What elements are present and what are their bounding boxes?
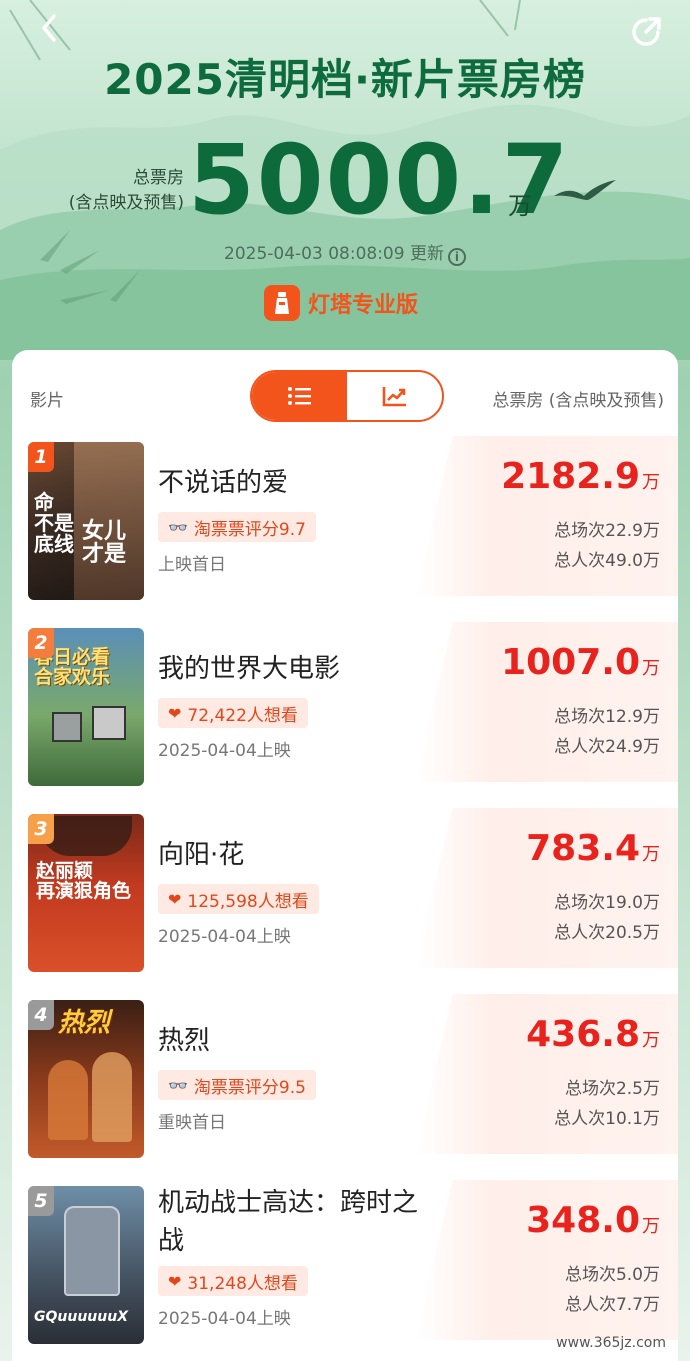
heart-icon: ❤ xyxy=(168,703,182,723)
list-header: 影片 总票房 (含点映及预售) xyxy=(12,350,678,430)
box-office: 783.4 万 xyxy=(526,828,660,869)
want-to-see-text: 125,598人想看 xyxy=(187,891,309,912)
box-unit: 万 xyxy=(642,472,660,493)
list-item[interactable]: 春日必看 合家欢乐 2 我的世界大电影 ❤ 72,422人想看 2025-04-0… xyxy=(12,622,678,792)
info-icon[interactable]: i xyxy=(447,248,466,266)
want-to-see-tag: ❤ 125,598人想看 xyxy=(158,884,319,914)
list-item[interactable]: 热烈 4 热烈 👓 淘票票评分9.5 重映首日 436.8 万 总场次2.5万 总… xyxy=(12,994,678,1164)
box-value: 2182.9 xyxy=(501,456,640,497)
total-sessions: 总场次12.9万 xyxy=(554,707,660,727)
release-info: 2025-04-04上映 xyxy=(158,927,291,947)
movie-poster: 热烈 4 xyxy=(28,1000,144,1158)
release-info: 上映首日 xyxy=(158,555,226,575)
box-value: 348.0 xyxy=(526,1200,640,1241)
poster-title: 赵丽颖 再演狠角色 xyxy=(36,860,132,902)
want-to-see-text: 31,248人想看 xyxy=(187,1273,298,1294)
total-label: 总票房 (含点映及预售) xyxy=(64,166,184,216)
total-sessions: 总场次2.5万 xyxy=(564,1079,660,1099)
update-time: 2025-04-03 08:08:09 更新 i xyxy=(0,239,690,266)
rank-badge: 1 xyxy=(28,442,54,472)
want-to-see-text: 72,422人想看 xyxy=(187,705,298,726)
list-item[interactable]: 赵丽颖 再演狠角色 3 向阳·花 ❤ 125,598人想看 2025-04-04上… xyxy=(12,808,678,978)
film-column-label: 影片 xyxy=(30,391,64,411)
box-value: 436.8 xyxy=(526,1014,640,1055)
glasses-icon: 👓 xyxy=(168,517,188,537)
poster-title: 热烈 xyxy=(58,1008,111,1038)
movie-title: 机动战士高达：跨时之战 xyxy=(158,1188,419,1256)
poster-title: GQuuuuuuX xyxy=(34,1309,128,1325)
rating-tag: 👓 淘票票评分9.7 xyxy=(158,512,316,542)
rating-tag: 👓 淘票票评分9.5 xyxy=(158,1070,316,1100)
box-unit: 万 xyxy=(642,658,660,679)
list-icon xyxy=(287,387,311,405)
total-attendance: 总人次49.0万 xyxy=(554,551,660,571)
rating-text: 淘票票评分9.5 xyxy=(193,1077,306,1098)
update-text: 2025-04-03 08:08:09 更新 xyxy=(224,244,444,264)
poster-subtitle: 女儿 才是 xyxy=(82,519,127,568)
rank-badge: 2 xyxy=(28,628,54,658)
total-attendance: 总人次10.1万 xyxy=(554,1109,660,1129)
box-value: 783.4 xyxy=(526,828,640,869)
watermark: www.365jz.com xyxy=(556,1335,666,1351)
total-unit: 万 xyxy=(508,192,532,220)
movie-title: 我的世界大电影 xyxy=(158,654,341,684)
movie-poster: 赵丽颖 再演狠角色 3 xyxy=(28,814,144,972)
total-sessions: 总场次5.0万 xyxy=(564,1265,660,1285)
bird-illustration xyxy=(554,180,616,200)
list-item[interactable]: GQuuuuuuX 5 机动战士高达：跨时之战 ❤ 31,248人想看 2025… xyxy=(12,1180,678,1350)
total-column-label: 总票房 (含点映及预售) xyxy=(492,391,664,411)
total-sessions: 总场次22.9万 xyxy=(554,521,660,541)
page-title: 2025清明档·新片票房榜 xyxy=(104,55,586,104)
movie-poster: 命不是 底线 女儿 才是 1 xyxy=(28,442,144,600)
view-toggle[interactable] xyxy=(250,370,444,422)
lighthouse-icon xyxy=(264,285,300,321)
box-unit: 万 xyxy=(642,844,660,865)
movie-poster: 春日必看 合家欢乐 2 xyxy=(28,628,144,786)
rank-badge: 4 xyxy=(28,1000,54,1030)
movie-poster: GQuuuuuuX 5 xyxy=(28,1186,144,1344)
box-office: 436.8 万 xyxy=(526,1014,660,1055)
list-view-tab[interactable] xyxy=(252,372,347,420)
poster-title: 命不是 底线 xyxy=(34,490,74,556)
brand-badge: 灯塔专业版 xyxy=(264,284,418,322)
back-button[interactable] xyxy=(34,12,66,44)
ranking-card: 影片 总票房 (含点映及预售) 命 不是 底线 女儿 才是 1 不说话的爱 👓 … xyxy=(12,350,678,1361)
share-icon xyxy=(632,17,661,46)
trend-chart-icon xyxy=(382,387,406,407)
total-label-note: (含点映及预售) xyxy=(68,193,184,213)
total-attendance: 总人次7.7万 xyxy=(564,1295,660,1315)
brand-name: 灯塔专业版 xyxy=(308,293,419,318)
want-to-see-tag: ❤ 31,248人想看 xyxy=(158,1266,308,1296)
header-banner: 2025清明档·新片票房榜 总票房 (含点映及预售) 5000.7 万 2025… xyxy=(0,0,690,360)
movie-title: 向阳·花 xyxy=(158,840,245,870)
heart-icon: ❤ xyxy=(168,1271,182,1291)
box-office: 2182.9 万 xyxy=(501,456,660,497)
heart-icon: ❤ xyxy=(168,889,182,909)
total-sessions: 总场次19.0万 xyxy=(554,893,660,913)
list-item[interactable]: 命不是 底线 女儿 才是 1 不说话的爱 👓 淘票票评分9.7 上映首日 2182.… xyxy=(12,436,678,606)
box-office: 1007.0 万 xyxy=(501,642,660,683)
trend-view-tab[interactable] xyxy=(347,372,442,420)
total-attendance: 总人次20.5万 xyxy=(554,923,660,943)
box-unit: 万 xyxy=(642,1030,660,1051)
box-unit: 万 xyxy=(642,1216,660,1237)
box-value: 1007.0 xyxy=(501,642,640,683)
total-label-main: 总票房 xyxy=(133,168,184,188)
release-info: 重映首日 xyxy=(158,1113,226,1133)
release-info: 2025-04-04上映 xyxy=(158,1309,291,1329)
chevron-left-icon xyxy=(42,14,56,42)
want-to-see-tag: ❤ 72,422人想看 xyxy=(158,698,308,728)
rank-badge: 3 xyxy=(28,814,54,844)
rating-text: 淘票票评分9.7 xyxy=(193,519,306,540)
movie-title: 热烈 xyxy=(158,1026,211,1056)
box-office: 348.0 万 xyxy=(526,1200,660,1241)
rank-badge: 5 xyxy=(28,1186,54,1216)
total-attendance: 总人次24.9万 xyxy=(554,737,660,757)
glasses-icon: 👓 xyxy=(168,1075,188,1095)
movie-title: 不说话的爱 xyxy=(158,468,289,498)
release-info: 2025-04-04上映 xyxy=(158,741,291,761)
share-button[interactable] xyxy=(628,14,664,50)
